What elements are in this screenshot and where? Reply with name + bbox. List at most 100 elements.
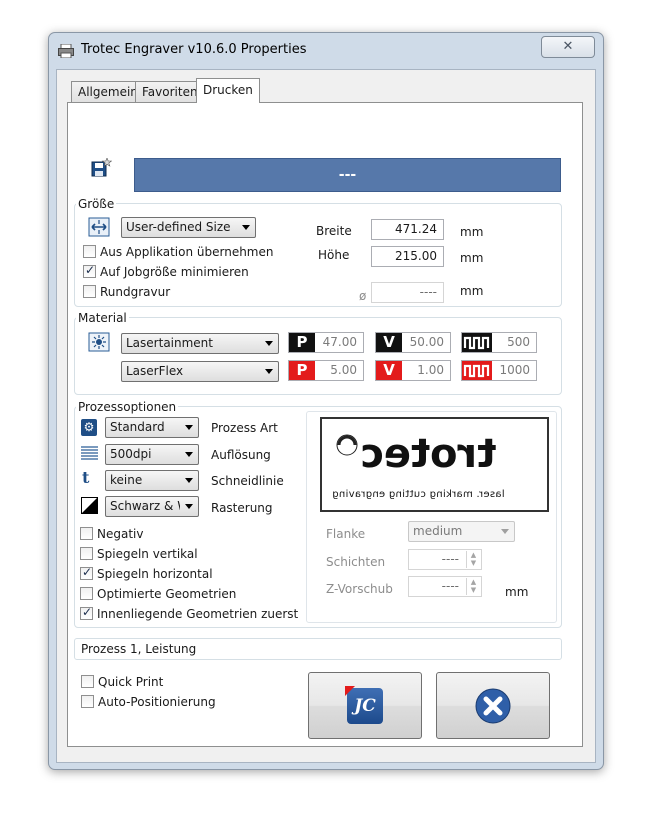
- minimieren-box[interactable]: [83, 263, 96, 278]
- rundgravur-checkbox[interactable]: Rundgravur: [83, 284, 203, 300]
- preview-seal-icon: [336, 434, 358, 456]
- job-name-bar: ---: [134, 158, 561, 192]
- material-group: [74, 317, 562, 395]
- spiegeln-vertikal-checkbox[interactable]: Spiegeln vertikal: [80, 546, 260, 562]
- zvorschub-label: Z-Vorschub: [326, 582, 393, 596]
- size-select-value: User-defined Size: [126, 220, 231, 234]
- save-favorite-button[interactable]: [90, 157, 113, 178]
- speed-field-1[interactable]: V 50.00: [375, 332, 451, 353]
- schneidlinie-select[interactable]: keine: [105, 470, 199, 491]
- schneidlinie-value: keine: [110, 473, 143, 487]
- schneidlinie-label: Schneidlinie: [211, 474, 284, 488]
- quick-print-box[interactable]: [81, 675, 94, 688]
- spiegeln-vertikal-box[interactable]: [80, 547, 93, 560]
- auto-positionierung-checkbox[interactable]: Auto-Positionierung: [81, 694, 231, 710]
- zvorschub-value: ----: [441, 579, 459, 593]
- breite-label: Breite: [316, 224, 352, 238]
- power-field-1[interactable]: P 47.00: [288, 332, 364, 353]
- zvorschub-input[interactable]: ---- ▲ ▼: [408, 576, 482, 597]
- minimieren-label: Auf Jobgröße minimieren: [100, 265, 249, 279]
- innenliegende-geometrien-checkbox[interactable]: Innenliegende Geometrien zuerst: [80, 605, 300, 622]
- breite-input[interactable]: 471.24: [371, 219, 444, 240]
- chevron-down-icon: [185, 504, 193, 509]
- material-settings-button[interactable]: [88, 332, 110, 352]
- spinner-icon[interactable]: ▲ ▼: [466, 578, 480, 595]
- rasterung-label: Rasterung: [211, 501, 273, 515]
- frequency-icon: [462, 333, 492, 352]
- save-star-icon: [91, 157, 113, 177]
- negativ-box[interactable]: [80, 527, 93, 540]
- innenliegende-geometrien-label: Innenliegende Geometrien zuerst: [97, 607, 299, 621]
- speed-value-2: 1.00: [417, 363, 444, 377]
- resize-arrows-icon: [88, 217, 110, 237]
- rasterung-value: Schwarz & W: [110, 499, 180, 513]
- chevron-down-icon: [242, 225, 250, 230]
- hoehe-input[interactable]: 215.00: [371, 246, 444, 267]
- window-close-button[interactable]: ✕: [541, 36, 595, 58]
- auto-positionierung-box[interactable]: [81, 695, 94, 708]
- aufloesung-select[interactable]: 500dpi: [105, 444, 199, 465]
- power-field-2[interactable]: P 5.00: [288, 360, 364, 381]
- schichten-input[interactable]: ---- ▲ ▼: [408, 549, 482, 570]
- optimierte-geometrien-checkbox[interactable]: Optimierte Geometrien: [80, 586, 260, 602]
- cancel-x-icon: [475, 688, 511, 724]
- resolution-icon: [81, 446, 98, 462]
- status-line: Prozess 1, Leistung: [74, 638, 562, 660]
- window-title: Trotec Engraver v10.6.0 Properties: [81, 42, 307, 57]
- material-select[interactable]: LaserFlex: [121, 361, 279, 382]
- groesse-group-label: Größe: [76, 197, 117, 211]
- frequency-field-2[interactable]: 1000: [461, 360, 537, 381]
- job-control-button[interactable]: JC: [308, 672, 422, 739]
- tab-drucken[interactable]: Drucken: [196, 78, 260, 103]
- aus-applikation-box[interactable]: [83, 245, 96, 258]
- schichten-value: ----: [441, 552, 459, 566]
- flanke-label: Flanke: [326, 527, 366, 541]
- speed-value-1: 50.00: [409, 335, 444, 349]
- flanke-value: medium: [413, 524, 463, 538]
- negativ-checkbox[interactable]: Negativ: [80, 526, 260, 542]
- chevron-down-icon: [265, 369, 273, 374]
- rundgravur-label: Rundgravur: [100, 285, 171, 299]
- flanke-select[interactable]: medium: [408, 521, 515, 542]
- minimieren-checkbox[interactable]: Auf Jobgröße minimieren: [83, 263, 273, 280]
- speed-field-2[interactable]: V 1.00: [375, 360, 451, 381]
- power-icon: P: [289, 361, 315, 380]
- innenliegende-geometrien-box[interactable]: [80, 605, 93, 620]
- rasterung-select[interactable]: Schwarz & W: [105, 496, 199, 517]
- hoehe-unit: mm: [460, 251, 484, 265]
- tab-favoriten[interactable]: Favoriten: [135, 81, 205, 102]
- optimierte-geometrien-box[interactable]: [80, 587, 93, 600]
- material-group-label: Material: [76, 311, 129, 325]
- spiegeln-horizontal-checkbox[interactable]: Spiegeln horizontal: [80, 565, 260, 582]
- chevron-down-icon: [185, 452, 193, 457]
- title-bar: Trotec Engraver v10.6.0 Properties ✕: [49, 33, 603, 69]
- jobcontrol-accent-icon: [345, 686, 355, 696]
- spiegeln-horizontal-box[interactable]: [80, 565, 93, 580]
- hoehe-label: Höhe: [318, 248, 350, 262]
- diameter-symbol: ø: [359, 289, 367, 303]
- spinner-icon[interactable]: ▲ ▼: [466, 551, 480, 568]
- size-select[interactable]: User-defined Size: [121, 217, 256, 238]
- spiegeln-vertikal-label: Spiegeln vertikal: [97, 547, 198, 561]
- rundgravur-box[interactable]: [83, 285, 96, 298]
- speed-icon: V: [376, 361, 402, 380]
- chevron-down-icon: [185, 425, 193, 430]
- aufloesung-label: Auflösung: [211, 448, 271, 462]
- quick-print-checkbox[interactable]: Quick Print: [81, 674, 201, 690]
- tab-allgemein[interactable]: Allgemein: [71, 81, 145, 102]
- prozess-art-label: Prozess Art: [211, 421, 278, 435]
- auto-positionierung-label: Auto-Positionierung: [98, 695, 216, 709]
- material-category-select[interactable]: Lasertainment: [121, 333, 279, 354]
- frequency-field-1[interactable]: 500: [461, 332, 537, 353]
- aus-applikation-checkbox[interactable]: Aus Applikation übernehmen: [83, 244, 273, 260]
- prozess-art-select[interactable]: Standard: [105, 417, 199, 438]
- negativ-label: Negativ: [97, 527, 144, 541]
- size-fit-button[interactable]: [88, 217, 110, 237]
- diameter-unit: mm: [460, 284, 484, 298]
- process-type-icon: ⚙: [81, 419, 97, 436]
- chevron-down-icon: [265, 341, 273, 346]
- cancel-button[interactable]: [436, 672, 550, 739]
- diameter-input[interactable]: ----: [371, 282, 444, 303]
- drucken-panel: --- Größe User-defined Size Aus Applikat…: [67, 102, 583, 747]
- power-icon: P: [289, 333, 315, 352]
